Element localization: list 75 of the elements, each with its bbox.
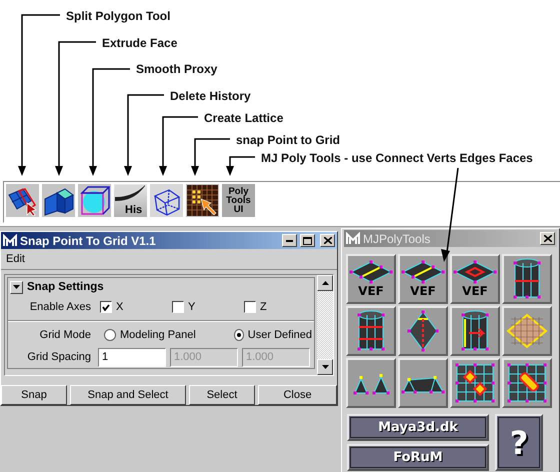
maximize-button[interactable] [300,234,315,247]
shelf-button[interactable] [186,184,219,217]
tool-button[interactable] [502,254,552,304]
action-button[interactable]: Close [258,385,337,405]
shelf-button[interactable] [78,184,111,217]
scroll-down-button[interactable] [317,359,333,375]
curve-icon [115,185,146,203]
shelf-button[interactable]: Poly Tools UI [222,184,255,217]
tool-button[interactable] [502,358,552,408]
callout-label: Smooth Proxy [136,62,218,76]
checkbox-label: Y [188,301,196,313]
action-button[interactable]: Snap [1,385,67,405]
check-icon [102,304,110,310]
radio-label: Modeling Panel [120,329,196,341]
tool-button[interactable]: VEF [450,254,500,304]
window-title: Snap Point To Grid V1.1 [20,234,157,248]
menu-item[interactable]: Edit [6,253,25,265]
callout-label: Split Polygon Tool [66,9,170,23]
callout-label: Create Lattice [204,111,284,125]
tool-button[interactable] [346,358,396,408]
checkbox[interactable] [172,301,184,313]
shelf-button[interactable] [6,184,39,217]
link-button[interactable]: Maya3d.dk [347,414,489,441]
plane-edge-icon [401,260,445,284]
triangle-up-icon [322,281,328,285]
close-icon [544,235,552,242]
triangle-down-icon [322,365,328,369]
tool-button[interactable]: VEF [398,254,448,304]
triangle-down-icon [13,285,20,289]
scrollbar[interactable] [317,275,333,375]
close-button[interactable] [320,234,335,247]
tool-button[interactable] [398,306,448,356]
callout-label: Extrude Face [102,36,178,50]
grid-faces-icon [453,361,497,405]
tool-button[interactable] [450,306,500,356]
checkbox[interactable] [244,301,256,313]
number-field[interactable]: 1 [98,348,166,366]
checkbox-label: X [116,301,124,313]
window-title: MJPolyTools [363,232,432,246]
minimize-button[interactable] [282,234,297,247]
callout-label: snap Point to Grid [236,133,340,147]
tool-button[interactable] [450,358,500,408]
link-button[interactable]: FoRuM [347,444,489,471]
grid-slot-icon [505,361,549,405]
sphere-cage-icon [79,185,110,216]
field-label: Enable Axes [28,301,92,313]
logo-icon [3,234,17,247]
grid-cursor-icon [7,185,38,216]
field-label: Grid Spacing [26,351,92,363]
scroll-up-button[interactable] [317,275,333,291]
action-button[interactable]: Select [189,385,255,405]
action-button[interactable]: Snap and Select [70,385,186,405]
close-icon [324,237,332,244]
minimize-icon [286,240,293,242]
radio-label: User Defined [248,329,312,341]
checkbox[interactable] [100,301,112,313]
callout-label: Delete History [170,89,251,103]
plane-edge-icon [349,260,393,284]
tool-button[interactable] [346,306,396,356]
tool-button[interactable] [398,358,448,408]
shelf-button[interactable] [42,184,75,217]
radio-button[interactable] [104,329,116,341]
maximize-icon [303,236,312,244]
shelf-button[interactable] [150,184,183,217]
callout-label: MJ Poly Tools - use Connect Verts Edges Faces [261,151,533,165]
field-label: Grid Mode [38,329,92,341]
collapse-button[interactable] [10,280,23,294]
tool-button[interactable]: VEF [346,254,396,304]
plane-face-icon [453,260,497,284]
checkbox-label: Z [260,301,267,313]
logo-icon [346,232,360,245]
radio-button[interactable] [234,329,244,341]
help-button[interactable]: ? [495,414,543,471]
shelf-button[interactable]: His [114,184,147,217]
frame-title: Snap Settings [27,281,104,293]
